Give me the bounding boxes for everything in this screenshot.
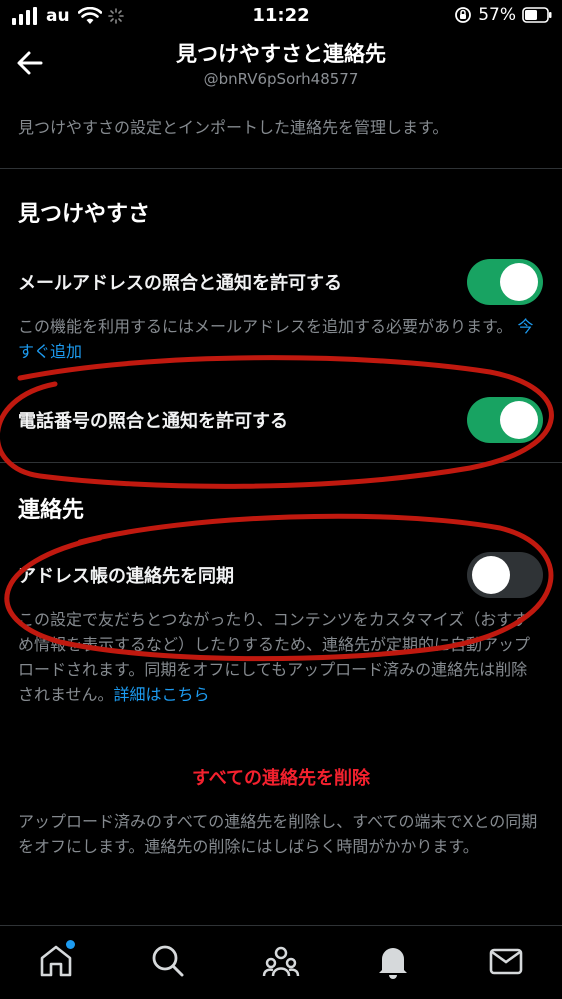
email-discoverability-toggle[interactable] [467, 259, 543, 305]
email-discoverability-label: メールアドレスの照合と通知を許可する [18, 273, 342, 294]
tab-home[interactable] [37, 940, 75, 980]
tab-search[interactable] [149, 942, 187, 980]
sync-contacts-toggle[interactable] [467, 552, 543, 598]
sync-contacts-label: アドレス帳の連絡先を同期 [18, 566, 234, 587]
toggle-knob [500, 401, 538, 439]
email-discoverability-row[interactable]: メールアドレスの照合と通知を許可する [0, 252, 562, 312]
status-bar: au 11:22 57% [0, 0, 562, 32]
delete-all-contacts-button[interactable]: すべての連絡先を削除 [0, 764, 562, 790]
orientation-lock-icon [455, 7, 472, 23]
phone-discoverability-row[interactable]: 電話番号の照合と通知を許可する [0, 390, 562, 450]
learn-more-link[interactable]: 詳細はこちら [114, 685, 210, 704]
search-icon [152, 945, 184, 977]
home-notification-dot [66, 940, 75, 949]
phone-discoverability-toggle[interactable] [467, 397, 543, 443]
phone-discoverability-label: 電話番号の照合と通知を許可する [18, 411, 288, 432]
page-title: 見つけやすさと連絡先 [176, 42, 386, 66]
sync-description-text: この設定で友だちとつながったり、コンテンツをカスタマイズ（おすすめ情報を表示する… [18, 610, 531, 704]
page-header: 見つけやすさと連絡先 @bnRV6pSorh48577 [0, 32, 562, 100]
tab-communities[interactable] [262, 942, 300, 980]
divider [0, 462, 562, 463]
communities-icon [262, 946, 300, 977]
battery-icon [522, 7, 552, 23]
intro-description: 見つけやすさの設定とインポートした連絡先を管理します。 [18, 118, 449, 137]
email-description-text: この機能を利用するにはメールアドレスを追加する必要があります。 [18, 317, 513, 336]
sync-contacts-row[interactable]: アドレス帳の連絡先を同期 [0, 545, 562, 605]
email-discoverability-description: この機能を利用するにはメールアドレスを追加する必要があります。 今すぐ追加 [18, 314, 538, 364]
tab-notifications[interactable] [374, 942, 412, 980]
section-title-discoverability: 見つけやすさ [18, 202, 151, 227]
divider [0, 168, 562, 169]
bottom-tab-bar [0, 925, 562, 999]
notifications-icon [379, 948, 407, 979]
status-right: 57% [454, 5, 552, 25]
toggle-knob [472, 556, 510, 594]
delete-all-contacts-description: アップロード済みのすべての連絡先を削除し、すべての端末でXとの同期をオフにします… [18, 812, 538, 856]
messages-icon [489, 948, 523, 975]
battery-percent: 57% [478, 5, 516, 25]
toggle-knob [500, 263, 538, 301]
account-handle: @bnRV6pSorh48577 [203, 70, 359, 88]
section-title-contacts: 連絡先 [18, 498, 85, 523]
sync-contacts-description: この設定で友だちとつながったり、コンテンツをカスタマイズ（おすすめ情報を表示する… [18, 607, 538, 707]
tab-messages[interactable] [487, 942, 525, 980]
